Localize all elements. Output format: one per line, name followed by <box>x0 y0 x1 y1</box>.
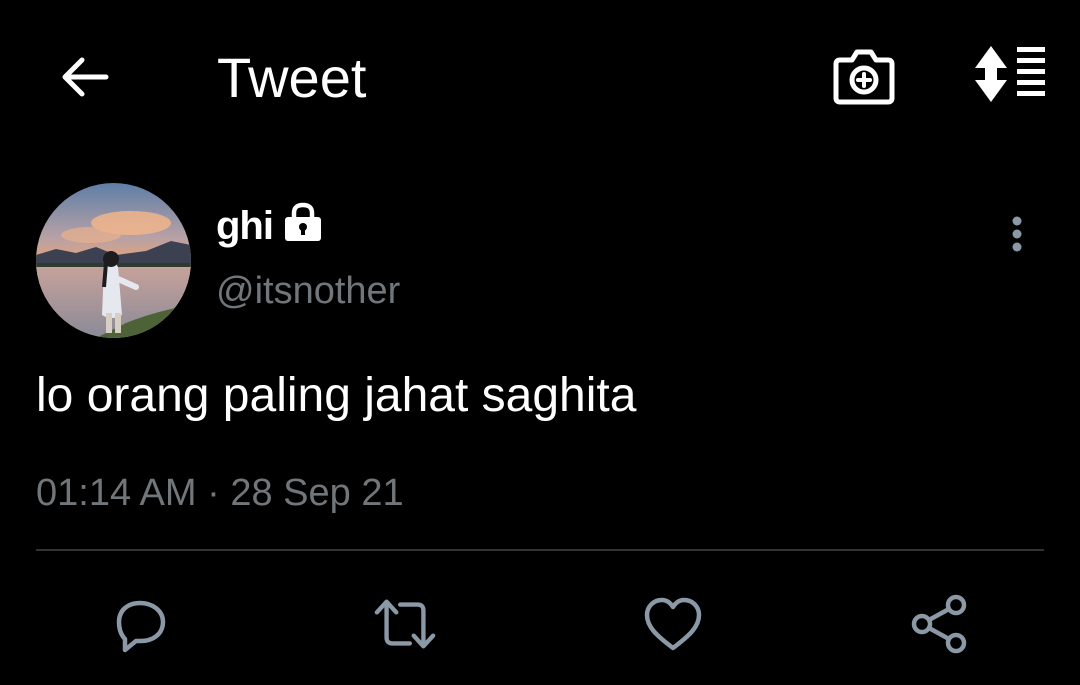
sort-button[interactable] <box>966 44 1048 104</box>
more-vertical-icon <box>1012 216 1022 252</box>
tweet-time: 01:14 AM <box>36 472 197 514</box>
like-button[interactable] <box>641 592 705 656</box>
share-icon <box>911 594 967 654</box>
camera-plus-icon <box>833 49 895 105</box>
retweet-button[interactable] <box>373 592 437 656</box>
avatar[interactable] <box>36 183 191 338</box>
meta-separator: · <box>207 472 220 514</box>
user-handle[interactable]: @itsnother <box>216 268 400 314</box>
lock-icon <box>281 200 325 249</box>
page-title: Tweet <box>217 46 367 109</box>
sort-list-icon <box>975 46 1045 102</box>
share-button[interactable] <box>908 592 972 656</box>
tweet-date: 28 Sep 21 <box>230 472 404 514</box>
reply-button[interactable] <box>109 592 173 656</box>
reply-icon <box>116 600 166 653</box>
tweet-text: lo orang paling jahat saghita <box>36 369 637 422</box>
heart-icon <box>644 597 702 651</box>
more-options-button[interactable] <box>996 208 1038 260</box>
back-button[interactable] <box>52 45 116 109</box>
arrow-left-icon <box>62 57 109 97</box>
divider <box>36 549 1044 551</box>
camera-button[interactable] <box>830 42 898 108</box>
avatar-image <box>36 183 191 338</box>
tweet-timestamp: 01:14 AM · 28 Sep 21 <box>36 470 404 516</box>
retweet-icon <box>374 599 436 649</box>
display-name[interactable]: ghi <box>216 203 274 249</box>
